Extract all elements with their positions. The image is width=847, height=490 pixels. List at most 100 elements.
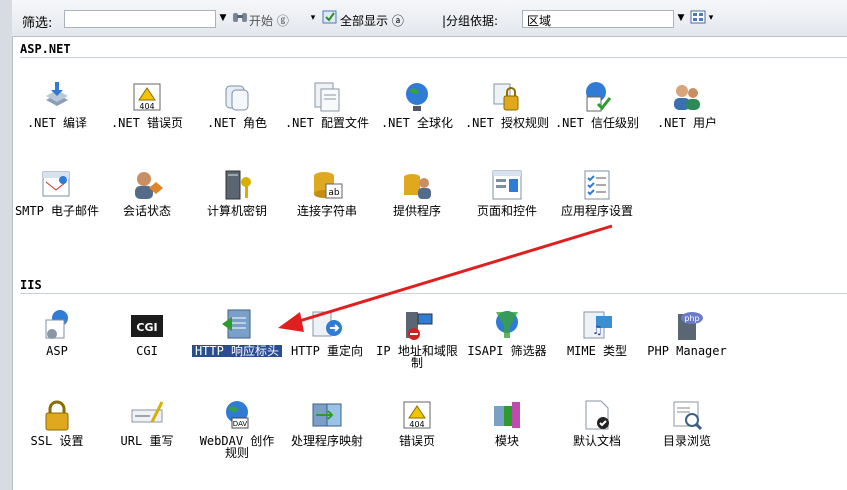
asp-icon xyxy=(40,308,74,342)
error-pages-icon: 404 xyxy=(400,398,434,432)
feature-label: 会话状态 xyxy=(122,204,171,218)
feature-label: MIME 类型 xyxy=(566,344,628,358)
feature-label: ASP xyxy=(46,344,68,358)
feature-label: PHP Manager xyxy=(647,344,727,358)
binoculars-icon[interactable] xyxy=(232,9,248,25)
feature-tile[interactable]: HTTP 重定向 xyxy=(282,308,372,357)
feature-label: .NET 错误页 xyxy=(110,116,184,130)
feature-tile[interactable]: .NET 授权规则 xyxy=(462,80,552,129)
feature-tile[interactable]: .NET 全球化 xyxy=(372,80,462,129)
globe-icon xyxy=(400,80,434,114)
section-header-aspnet[interactable]: ASP.NET xyxy=(12,40,847,58)
feature-label: IP 地址和域限制 xyxy=(376,344,458,370)
machine-key-icon xyxy=(220,168,254,202)
feature-tile[interactable]: 404 .NET 错误页 xyxy=(102,80,192,129)
feature-tile[interactable]: ♫ MIME 类型 xyxy=(552,308,642,357)
isapi-filters-icon xyxy=(490,308,524,342)
session-state-icon xyxy=(130,168,164,202)
feature-label: WebDAV 创作规则 xyxy=(199,434,275,460)
section-title-aspnet: ASP.NET xyxy=(20,42,71,56)
feature-label: ISAPI 筛选器 xyxy=(467,344,547,358)
view-mode-dropdown-icon[interactable]: ▾ xyxy=(706,11,716,25)
authorization-icon xyxy=(490,80,524,114)
modules-icon xyxy=(490,398,524,432)
webdav-icon: DAV xyxy=(220,398,254,432)
url-rewrite-icon xyxy=(130,398,164,432)
connection-strings-icon: ab xyxy=(310,168,344,202)
feature-tile[interactable]: .NET 信任级别 xyxy=(552,80,642,129)
feature-label: 连接字符串 xyxy=(296,204,357,218)
section-title-iis: IIS xyxy=(20,278,42,292)
ip-restrictions-icon xyxy=(400,308,434,342)
feature-label: .NET 用户 xyxy=(656,116,718,130)
directory-browsing-icon xyxy=(670,398,704,432)
cgi-icon: CGI xyxy=(130,308,164,342)
feature-tile[interactable]: .NET 用户 xyxy=(642,80,732,129)
filter-input[interactable] xyxy=(64,10,216,28)
group-by-select[interactable]: 区域 xyxy=(522,10,674,28)
pages-controls-icon xyxy=(490,168,524,202)
section-header-iis[interactable]: IIS xyxy=(12,276,847,294)
feature-label: SMTP 电子邮件 xyxy=(14,204,100,218)
users-icon xyxy=(670,80,704,114)
filter-dropdown-icon[interactable]: ▼ xyxy=(218,11,228,25)
feature-label: HTTP 响应标头 xyxy=(192,345,282,357)
feature-tile[interactable]: 提供程序 xyxy=(372,168,462,217)
feature-tile[interactable]: CGI CGI xyxy=(102,308,192,357)
start-dropdown-icon[interactable]: ▾ xyxy=(308,11,318,25)
feature-label: 模块 xyxy=(494,434,519,448)
group-by-dropdown-icon[interactable]: ▼ xyxy=(676,11,686,25)
feature-tile[interactable]: 应用程序设置 xyxy=(552,168,642,217)
feature-tile[interactable]: 处理程序映射 xyxy=(282,398,372,447)
feature-tile[interactable]: 目录浏览 xyxy=(642,398,732,447)
error-page-icon: 404 xyxy=(130,80,164,114)
roles-icon xyxy=(220,80,254,114)
feature-label: .NET 全球化 xyxy=(380,116,454,130)
feature-tile[interactable]: php PHP Manager xyxy=(642,308,732,357)
feature-label: URL 重写 xyxy=(120,434,174,448)
feature-tile[interactable]: 模块 xyxy=(462,398,552,447)
show-all-icon[interactable] xyxy=(322,9,338,25)
feature-label: 页面和控件 xyxy=(476,204,537,218)
handler-mappings-icon xyxy=(310,398,344,432)
feature-tile[interactable]: SSL 设置 xyxy=(12,398,102,447)
php-manager-icon: php xyxy=(670,308,704,342)
feature-tile[interactable]: IP 地址和域限制 xyxy=(372,308,462,369)
compile-icon xyxy=(40,80,74,114)
feature-label: 计算机密钥 xyxy=(206,204,267,218)
filter-label: 筛选: xyxy=(22,16,53,31)
svg-text:404: 404 xyxy=(409,420,424,429)
feature-tile[interactable]: DAV WebDAV 创作规则 xyxy=(192,398,282,459)
feature-tile[interactable]: 404 错误页 xyxy=(372,398,462,447)
feature-tile[interactable]: .NET 角色 xyxy=(192,80,282,129)
feature-tile[interactable]: HTTP 响应标头 xyxy=(192,308,282,357)
feature-tile[interactable]: SMTP 电子邮件 xyxy=(12,168,102,217)
section-divider xyxy=(20,293,847,294)
feature-label: .NET 授权规则 xyxy=(464,116,550,130)
feature-tile[interactable]: 会话状态 xyxy=(102,168,192,217)
view-mode-icon[interactable] xyxy=(690,9,706,25)
feature-tile[interactable]: URL 重写 xyxy=(102,398,192,447)
feature-tile[interactable]: .NET 配置文件 xyxy=(282,80,372,129)
providers-icon xyxy=(400,168,434,202)
feature-label: .NET 信任级别 xyxy=(554,116,640,130)
group-by-label: |分组依据: xyxy=(442,14,499,28)
feature-tile[interactable]: ab 连接字符串 xyxy=(282,168,372,217)
feature-label: .NET 配置文件 xyxy=(284,116,370,130)
feature-label: .NET 编译 xyxy=(26,116,88,130)
feature-label: 默认文档 xyxy=(572,434,621,448)
feature-tile[interactable]: .NET 编译 xyxy=(12,80,102,129)
mime-types-icon: ♫ xyxy=(580,308,614,342)
feature-tile[interactable]: ASP xyxy=(12,308,102,357)
section-divider xyxy=(20,57,847,58)
feature-label: 应用程序设置 xyxy=(560,204,633,218)
feature-tile[interactable]: ISAPI 筛选器 xyxy=(462,308,552,357)
feature-label: 目录浏览 xyxy=(662,434,711,448)
show-all-button[interactable]: 全部显示 ⓐ xyxy=(340,12,404,29)
feature-tile[interactable]: 计算机密钥 xyxy=(192,168,282,217)
svg-text:DAV: DAV xyxy=(233,420,248,428)
feature-tile[interactable]: 页面和控件 xyxy=(462,168,552,217)
feature-tile[interactable]: 默认文档 xyxy=(552,398,642,447)
start-button[interactable]: 开始 ⓖ xyxy=(249,12,289,29)
http-redirect-icon xyxy=(310,308,344,342)
